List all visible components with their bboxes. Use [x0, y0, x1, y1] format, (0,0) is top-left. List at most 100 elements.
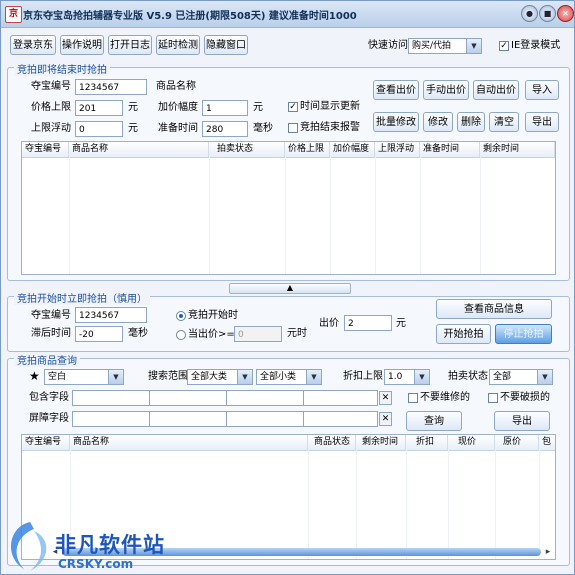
float-input[interactable]: 0 [75, 121, 123, 137]
col-header[interactable]: 商品名称 [69, 142, 209, 157]
no-repair-label: 不要维修的 [420, 392, 470, 403]
chevron-down-icon: ▼ [237, 370, 252, 384]
clear-button[interactable]: 清空 [489, 112, 519, 132]
no-repair-checkbox[interactable] [408, 393, 418, 403]
col-header[interactable]: 剩余时间 [480, 142, 555, 157]
product-name-label: 商品名称 [156, 81, 196, 92]
discount-label: 折扣上限 [343, 371, 383, 382]
bid-label: 出价 [319, 318, 339, 329]
ending-id-label: 夺宝编号 [31, 81, 71, 92]
include-input-2[interactable] [149, 390, 227, 406]
col-header[interactable]: 折扣 [406, 435, 448, 450]
increment-label: 加价幅度 [158, 102, 198, 113]
open-log-button[interactable]: 打开日志 [108, 35, 152, 55]
end-alert-checkbox[interactable] [288, 123, 298, 133]
stop-grab-button[interactable]: 停止抢拍 [495, 324, 552, 344]
col-header[interactable]: 夺宝编号 [22, 435, 70, 450]
clear-exclude-icon[interactable]: ✕ [379, 412, 392, 426]
show-time-checkbox[interactable]: ✓ [288, 102, 298, 112]
col-header[interactable]: 价格上限 [285, 142, 330, 157]
bid-input[interactable]: 2 [344, 315, 392, 331]
query-button[interactable]: 查询 [406, 411, 462, 431]
auto-bid-button[interactable]: 自动出价 [473, 80, 519, 100]
search-range-label: 搜索范围 [148, 371, 188, 382]
include-input-4[interactable] [303, 390, 378, 406]
query-export-button[interactable]: 导出 [494, 411, 550, 431]
ending-id-input[interactable]: 1234567 [75, 79, 147, 95]
trigger-price-input[interactable]: 0 [234, 326, 282, 342]
close-button[interactable]: ✕ [557, 5, 574, 22]
col-header[interactable]: 拍卖状态 [209, 142, 285, 157]
app-icon: 京 [5, 6, 22, 23]
radio-on-price-label: 当出价>= [188, 329, 235, 340]
no-broken-checkbox[interactable] [488, 393, 498, 403]
col-header[interactable]: 包 [539, 435, 555, 450]
view-product-button[interactable]: 查看商品信息 [436, 299, 552, 319]
batch-edit-button[interactable]: 批量修改 [373, 112, 419, 132]
include-input-3[interactable] [226, 390, 304, 406]
col-header[interactable]: 商品状态 [308, 435, 356, 450]
login-jd-button[interactable]: 登录京东 [10, 35, 56, 55]
price-cap-input[interactable]: 201 [75, 100, 123, 116]
col-header[interactable]: 剩余时间 [356, 435, 406, 450]
radio-on-start[interactable] [176, 311, 186, 321]
delete-button[interactable]: 删除 [457, 112, 485, 132]
delay-check-button[interactable]: 延时检测 [156, 35, 200, 55]
edit-button[interactable]: 修改 [423, 112, 453, 132]
ending-table-header: 夺宝编号 商品名称 拍卖状态 价格上限 加价幅度 上限浮动 准备时间 剩余时间 [22, 142, 555, 158]
exclude-input-1[interactable] [72, 411, 150, 427]
window-title: 京东夺宝岛抢拍辅器专业版 V5.9 已注册(期限508天) 建议准备时间1000 [23, 11, 357, 22]
preset-select[interactable]: 空白 ▼ [44, 369, 124, 385]
increment-input[interactable]: 1 [202, 100, 248, 116]
preset-value: 空白 [48, 372, 67, 382]
include-label: 包含字段 [29, 392, 69, 403]
prep-time-input[interactable]: 280 [202, 121, 248, 137]
scroll-right-icon[interactable]: ▸ [543, 546, 553, 558]
col-header[interactable]: 原价 [495, 435, 539, 450]
manual-bid-button[interactable]: 手动出价 [423, 80, 469, 100]
start-id-label: 夺宝编号 [31, 310, 71, 321]
subcategory-select[interactable]: 全部小类 ▼ [256, 369, 322, 385]
exclude-input-4[interactable] [303, 411, 378, 427]
float-unit: 元 [128, 123, 138, 134]
delay-input[interactable]: -20 [75, 326, 123, 342]
splitter-handle[interactable]: ▲ [229, 283, 351, 294]
quick-access-label: 快速访问 [368, 40, 408, 51]
chevron-down-icon: ▼ [108, 370, 123, 384]
status-select[interactable]: 全部 ▼ [489, 369, 553, 385]
help-button[interactable]: 操作说明 [60, 35, 104, 55]
chevron-down-icon: ▼ [537, 370, 552, 384]
ending-table[interactable]: 夺宝编号 商品名称 拍卖状态 价格上限 加价幅度 上限浮动 准备时间 剩余时间 [21, 141, 556, 275]
include-input-1[interactable] [72, 390, 150, 406]
discount-select[interactable]: 1.0 ▼ [384, 369, 430, 385]
price-cap-label: 价格上限 [31, 102, 71, 113]
view-bid-button[interactable]: 查看出价 [373, 80, 419, 100]
col-header[interactable]: 加价幅度 [330, 142, 375, 157]
watermark-text: 非凡软件站 [55, 533, 165, 557]
import-button[interactable]: 导入 [525, 80, 559, 100]
quick-access-select[interactable]: 购买/代拍 ▼ [408, 38, 482, 54]
minimize-button[interactable]: ● [521, 5, 538, 22]
col-header[interactable]: 夺宝编号 [22, 142, 69, 157]
clear-include-icon[interactable]: ✕ [379, 391, 392, 405]
exclude-input-3[interactable] [226, 411, 304, 427]
radio-on-price[interactable] [176, 330, 186, 340]
col-header[interactable]: 现价 [448, 435, 495, 450]
title-bar[interactable]: 京 京东夺宝岛抢拍辅器专业版 V5.9 已注册(期限508天) 建议准备时间10… [1, 1, 574, 28]
col-header[interactable]: 商品名称 [70, 435, 308, 450]
exclude-label: 屏障字段 [29, 413, 69, 424]
float-label: 上限浮动 [31, 123, 71, 134]
start-id-input[interactable]: 1234567 [75, 307, 147, 323]
restore-button[interactable]: ■ [539, 5, 556, 22]
col-header[interactable]: 上限浮动 [375, 142, 420, 157]
delay-unit: 毫秒 [128, 328, 148, 339]
ie-mode-checkbox[interactable]: ✓ [499, 41, 509, 51]
status-label: 拍卖状态 [448, 371, 488, 382]
exclude-input-2[interactable] [149, 411, 227, 427]
hide-window-button[interactable]: 隐藏窗口 [204, 35, 248, 55]
start-grab-button[interactable]: 开始抢拍 [436, 324, 491, 344]
ie-mode-label: IE登录模式 [511, 40, 561, 51]
col-header[interactable]: 准备时间 [420, 142, 480, 157]
category-select[interactable]: 全部大类 ▼ [187, 369, 253, 385]
export-button[interactable]: 导出 [525, 112, 559, 132]
